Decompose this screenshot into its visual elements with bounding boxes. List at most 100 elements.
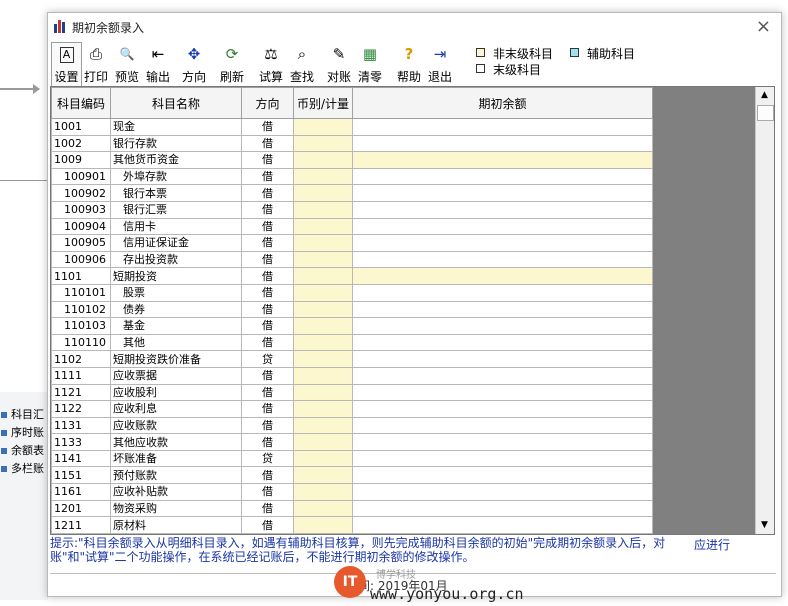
cell-direction[interactable]: 借 [241, 333, 294, 352]
scroll-down-icon[interactable]: ▼ [756, 517, 773, 534]
table-row[interactable]: 100906 存出投资款借 [51, 250, 653, 269]
cell-balance[interactable] [352, 200, 653, 219]
cell-currency[interactable] [293, 200, 353, 219]
cell-balance[interactable] [352, 516, 653, 534]
cell-currency[interactable] [293, 466, 353, 485]
cell-direction[interactable]: 借 [241, 466, 294, 485]
cell-direction[interactable]: 贷 [241, 350, 294, 368]
cell-code[interactable]: 1121 [51, 383, 111, 402]
cell-code[interactable]: 1102 [51, 350, 111, 368]
table-row[interactable]: 1009 其他货币资金借 [51, 151, 653, 169]
cell-currency[interactable] [293, 499, 353, 518]
cell-code[interactable]: 1151 [51, 466, 111, 485]
cell-code[interactable]: 110102 [51, 300, 111, 319]
cell-direction[interactable]: 借 [241, 151, 294, 169]
cell-currency[interactable] [293, 416, 353, 435]
trial-balance-button[interactable]: ⚖ 试算 [256, 42, 286, 92]
cell-name[interactable]: 原材料 [110, 516, 242, 534]
cell-balance[interactable] [352, 167, 653, 186]
cell-direction[interactable]: 借 [241, 217, 294, 236]
close-button[interactable]: × [756, 16, 771, 37]
cell-code[interactable]: 1131 [51, 416, 111, 435]
cell-name[interactable]: 应收票据 [110, 366, 242, 385]
cell-direction[interactable]: 借 [241, 383, 294, 402]
cell-direction[interactable]: 借 [241, 366, 294, 385]
cell-code[interactable]: 1141 [51, 449, 111, 468]
table-row[interactable]: 1151 预付账款借 [51, 466, 653, 485]
cell-balance[interactable] [352, 283, 653, 302]
cell-currency[interactable] [293, 449, 353, 468]
cell-name[interactable]: 外埠存款 [110, 167, 242, 186]
table-row[interactable]: 100902 银行本票借 [51, 184, 653, 202]
cell-direction[interactable]: 借 [241, 267, 294, 285]
table-row[interactable]: 1141 坏账准备贷 [51, 449, 653, 468]
cell-code[interactable]: 110110 [51, 333, 111, 352]
cell-name[interactable]: 基金 [110, 317, 242, 335]
cell-direction[interactable]: 借 [241, 134, 294, 153]
cell-code[interactable]: 100902 [51, 184, 111, 202]
cell-currency[interactable] [293, 151, 353, 169]
cell-name[interactable]: 其他 [110, 333, 242, 352]
column-header-direction[interactable]: 方向 [241, 87, 294, 119]
cell-code[interactable]: 100906 [51, 250, 111, 269]
print-button[interactable]: ⎙ 打印 [81, 42, 111, 92]
cell-currency[interactable] [293, 184, 353, 202]
background-menu-item[interactable]: 余额表 [0, 442, 44, 460]
cell-currency[interactable] [293, 167, 353, 186]
cell-name[interactable]: 银行汇票 [110, 200, 242, 219]
cell-direction[interactable]: 借 [241, 118, 294, 136]
cell-name[interactable]: 坏账准备 [110, 449, 242, 468]
cell-direction[interactable]: 借 [241, 499, 294, 518]
table-row[interactable]: 100904 信用卡借 [51, 217, 653, 236]
cell-currency[interactable] [293, 118, 353, 136]
cell-currency[interactable] [293, 350, 353, 368]
cell-direction[interactable]: 借 [241, 300, 294, 319]
table-row[interactable]: 1133 其他应收款借 [51, 433, 653, 451]
table-row[interactable]: 1111 应收票据借 [51, 366, 653, 385]
cell-balance[interactable] [352, 184, 653, 202]
cell-direction[interactable]: 借 [241, 167, 294, 186]
table-row[interactable]: 1201 物资采购借 [51, 499, 653, 518]
cell-balance[interactable] [352, 217, 653, 236]
cell-balance[interactable] [352, 250, 653, 269]
cell-currency[interactable] [293, 333, 353, 352]
cell-name[interactable]: 其他货币资金 [110, 151, 242, 169]
cell-direction[interactable]: 借 [241, 283, 294, 302]
table-row[interactable]: 110110 其他借 [51, 333, 653, 352]
cell-code[interactable]: 1161 [51, 483, 111, 501]
cell-name[interactable]: 应收账款 [110, 416, 242, 435]
cell-balance[interactable] [352, 383, 653, 402]
column-header-name[interactable]: 科目名称 [110, 87, 242, 119]
cell-name[interactable]: 银行存款 [110, 134, 242, 153]
background-menu-item[interactable]: 多栏账 [0, 460, 44, 478]
cell-name[interactable]: 预付账款 [110, 466, 242, 485]
cell-name[interactable]: 股票 [110, 283, 242, 302]
cell-direction[interactable]: 借 [241, 184, 294, 202]
cell-code[interactable]: 110101 [51, 283, 111, 302]
help-button[interactable]: ? 帮助 [394, 42, 424, 92]
cell-code[interactable]: 1101 [51, 267, 111, 285]
cell-balance[interactable] [352, 317, 653, 335]
table-row[interactable]: 1121 应收股利借 [51, 383, 653, 402]
table-row[interactable]: 1002 银行存款借 [51, 134, 653, 153]
cell-code[interactable]: 1111 [51, 366, 111, 385]
balance-grid[interactable]: 科目编码 科目名称 方向 币别/计量 期初余额 1001 现金借 1002 银行存款借… [50, 86, 775, 535]
cell-balance[interactable] [352, 333, 653, 352]
cell-balance[interactable] [352, 134, 653, 153]
cell-balance[interactable] [352, 416, 653, 435]
table-row[interactable]: 100905 信用证保证金借 [51, 234, 653, 252]
cell-code[interactable]: 100905 [51, 234, 111, 252]
cell-direction[interactable]: 借 [241, 516, 294, 534]
cell-currency[interactable] [293, 283, 353, 302]
cell-direction[interactable]: 借 [241, 234, 294, 252]
cell-balance[interactable] [352, 151, 653, 169]
table-row[interactable]: 1131 应收账款借 [51, 416, 653, 435]
cell-direction[interactable]: 贷 [241, 449, 294, 468]
cell-balance[interactable] [352, 350, 653, 368]
cell-code[interactable]: 100901 [51, 167, 111, 186]
background-menu-item[interactable]: 科目汇 [0, 406, 44, 424]
scroll-up-icon[interactable]: ▲ [756, 87, 773, 104]
cell-currency[interactable] [293, 516, 353, 534]
cell-balance[interactable] [352, 483, 653, 501]
cell-currency[interactable] [293, 400, 353, 418]
